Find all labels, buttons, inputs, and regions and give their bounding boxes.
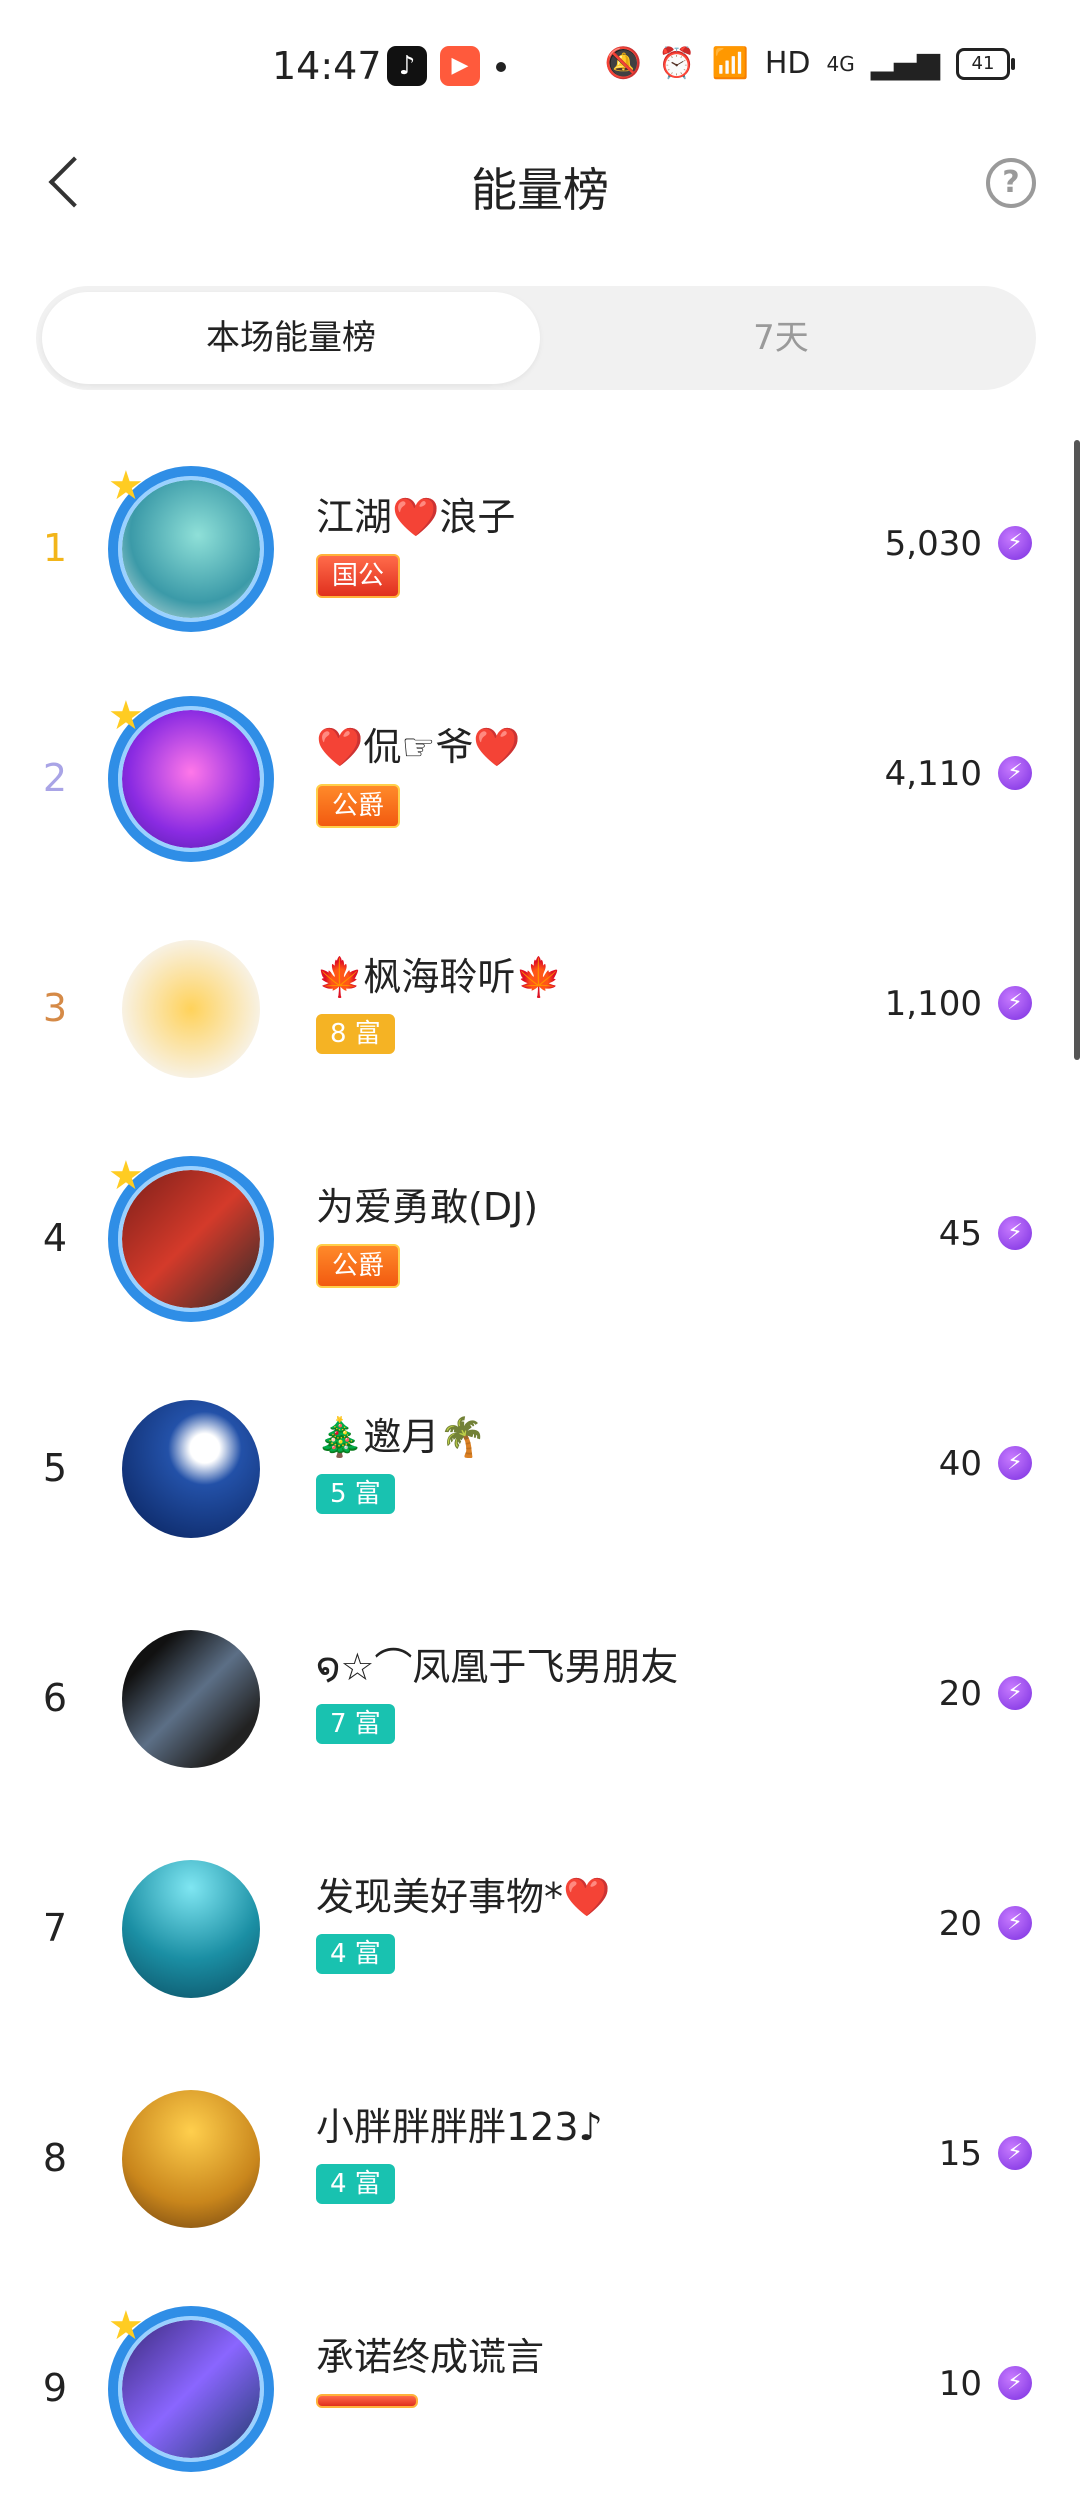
user-name[interactable]: ❤️侃☞爷❤️ [316,716,521,771]
energy-score: 15 [938,2134,982,2174]
list-item[interactable]: 2 ★ ❤️侃☞爷❤️ 公爵 4,110 ⚡ [0,656,1080,886]
page-title: 能量榜 [471,163,609,217]
energy-score: 1,100 [884,984,982,1024]
status-right-icons: 🔕 ⏰ 📶 HD 4G ▂▄▆ 41 [604,46,1015,81]
status-time: 14:47 [272,44,382,88]
user-name[interactable]: 🎄邀月🌴 [316,1406,487,1461]
battery-icon: 41 [956,47,1015,80]
user-name[interactable]: 为爱勇敢(DJ) [316,1176,538,1231]
star-icon: ★ [108,2303,144,2349]
rank-number: 6 [42,1676,68,1720]
energy-icon: ⚡ [998,756,1032,790]
mute-icon: 🔕 [604,46,643,81]
alarm-icon: ⏰ [658,46,696,81]
energy-icon: ⚡ [998,1676,1032,1710]
level-badge: 8 富 [316,1014,395,1054]
rank-number: 7 [42,1906,68,1950]
user-name[interactable]: 🍁枫海聆听🍁 [316,946,563,1001]
energy-icon: ⚡ [998,2136,1032,2170]
signal-icon: ▂▄▆ [870,46,940,81]
energy-icon: ⚡ [998,1906,1032,1940]
list-item[interactable]: 7 发现美好事物*❤️ 4 富 20 ⚡ [0,1806,1080,2036]
energy-icon: ⚡ [998,986,1032,1020]
energy-score: 10 [938,2364,982,2404]
level-badge: 5 富 [316,1474,395,1514]
level-badge: 4 富 [316,1934,395,1974]
energy-icon: ⚡ [998,2366,1032,2400]
avatar[interactable] [122,1630,260,1768]
rank-number: 2 [42,756,68,800]
energy-score: 20 [938,1674,982,1714]
list-item[interactable]: 4 ★ 为爱勇敢(DJ) 公爵 45 ⚡ [0,1116,1080,1346]
avatar[interactable] [122,2090,260,2228]
rank-number: 3 [42,986,68,1030]
avatar[interactable] [122,1400,260,1538]
user-name[interactable]: 承诺终成谎言 [316,2326,544,2381]
user-name[interactable]: 发现美好事物*❤️ [316,1866,610,1921]
level-badge: 7 富 [316,1704,395,1744]
energy-score: 45 [938,1214,982,1254]
hd-label: HD [764,46,811,81]
tiktok-icon: ♪ [387,46,427,86]
level-badge: 公爵 [316,784,401,828]
tab-7-days[interactable]: 7天 [532,292,1030,384]
question-circle-icon: ? [1002,165,1020,200]
tab-current-session[interactable]: 本场能量榜 [42,292,540,384]
network-label: 4G [826,51,855,76]
avatar[interactable] [122,940,260,1078]
kuaishou-icon: ▶ [440,46,480,86]
star-icon: ★ [108,693,144,739]
energy-score: 40 [938,1444,982,1484]
level-badge: 4 富 [316,2164,395,2204]
list-item[interactable]: 1 ★ 江湖❤️浪子国公 5,030 ⚡ [0,426,1080,656]
energy-score: 20 [938,1904,982,1944]
energy-score: 5,030 [884,524,982,564]
star-icon: ★ [108,463,144,509]
avatar[interactable] [122,1860,260,1998]
level-badge: 公爵 [316,1244,401,1288]
energy-icon: ⚡ [998,526,1032,560]
scrollbar[interactable] [1074,440,1080,1060]
list-item[interactable]: 3 🍁枫海聆听🍁 8 富 1,100 ⚡ [0,886,1080,1116]
rank-number: 5 [42,1446,68,1490]
list-item[interactable]: 5 🎄邀月🌴 5 富 40 ⚡ [0,1346,1080,1576]
level-badge [316,2394,418,2408]
energy-icon: ⚡ [998,1216,1032,1250]
star-icon: ★ [108,1153,144,1199]
user-name[interactable]: 小胖胖胖胖123♪ [316,2096,603,2151]
user-name[interactable]: ໑☆⌒凤凰于飞男朋友 [316,1636,678,1691]
energy-icon: ⚡ [998,1446,1032,1480]
user-name[interactable]: 江湖❤️浪子 [316,486,515,541]
rank-number: 1 [42,526,68,570]
help-button[interactable]: ? [986,158,1036,208]
wifi-icon: 📶 [711,46,749,81]
rank-number: 8 [42,2136,68,2180]
rank-number: 4 [42,1216,68,1260]
list-item[interactable]: 8 小胖胖胖胖123♪ 4 富 15 ⚡ [0,2036,1080,2266]
list-item[interactable]: 9 ★ 承诺终成谎言 10 ⚡ [0,2266,1080,2496]
notification-dot [496,62,506,72]
list-item[interactable]: 6 ໑☆⌒凤凰于飞男朋友 7 富 20 ⚡ [0,1576,1080,1806]
energy-score: 4,110 [884,754,982,794]
level-badge: 国公 [316,554,401,598]
tab-bar: 本场能量榜 7天 [36,286,1036,390]
status-bar: 14:47 ♪ ▶ 🔕 ⏰ 📶 HD 4G ▂▄▆ 41 [0,0,1080,130]
rank-number: 9 [42,2366,68,2410]
